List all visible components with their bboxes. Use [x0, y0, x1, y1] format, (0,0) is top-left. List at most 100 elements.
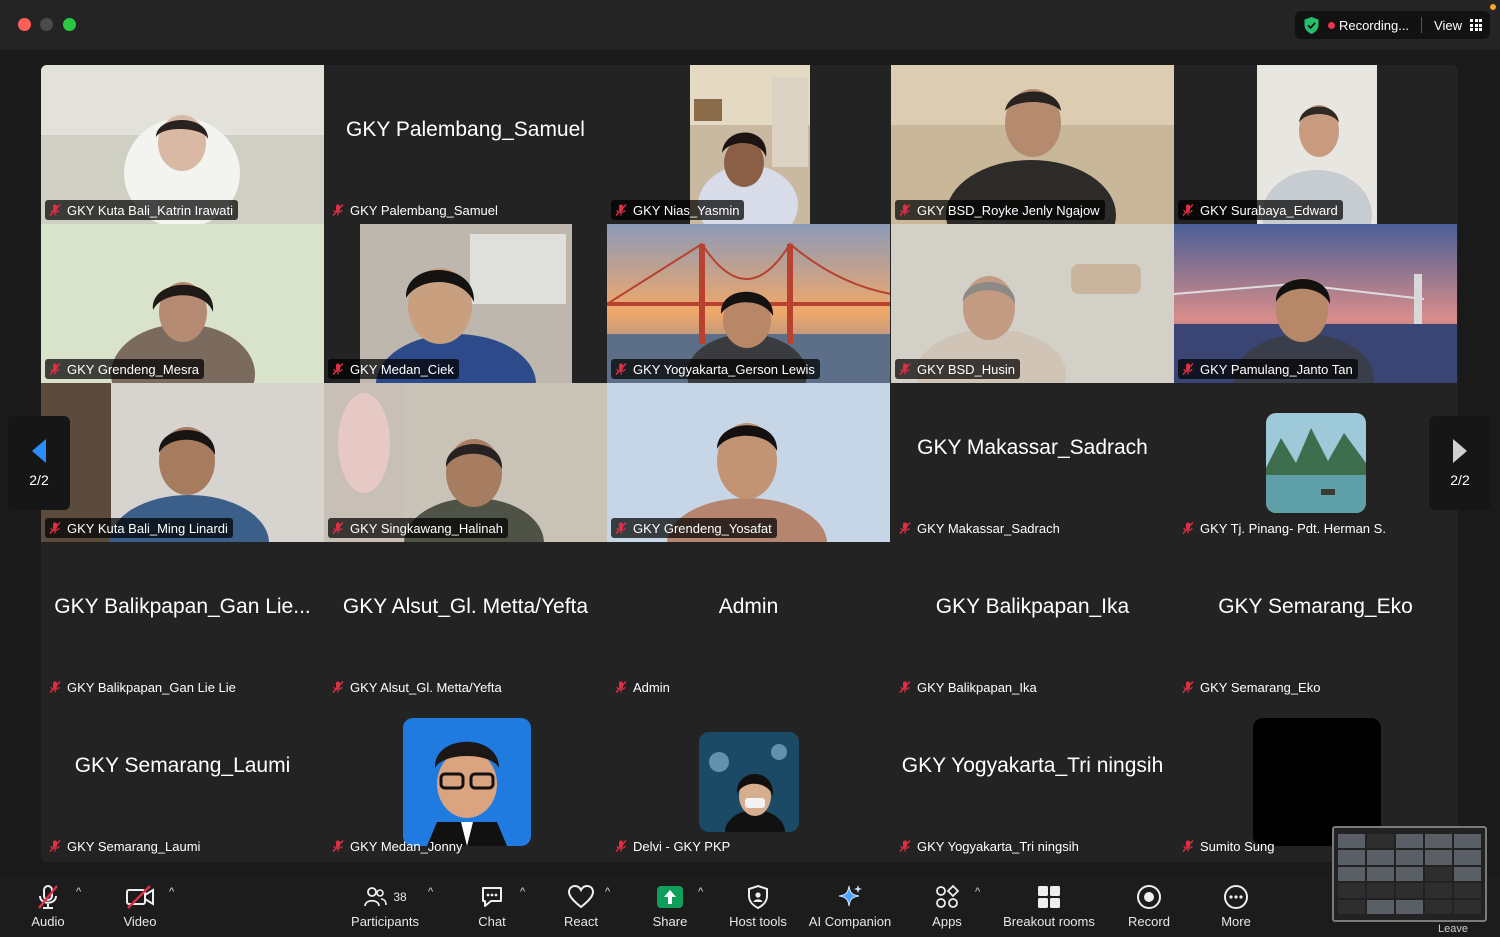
record-button[interactable]: Record	[1124, 880, 1174, 929]
participant-tile[interactable]: GKY Yogyakarta_Gerson Lewis	[607, 224, 890, 383]
microphone-muted-icon	[38, 885, 58, 909]
participant-name: GKY Alsut_Gl. Metta/Yefta	[350, 679, 502, 695]
participant-tile[interactable]: GKY Alsut_Gl. Metta/Yefta GKY Alsut_Gl. …	[324, 542, 607, 701]
view-grid-icon[interactable]	[1470, 19, 1482, 31]
participant-name: GKY Kuta Bali_Katrin Irawati	[67, 202, 233, 218]
participant-tile[interactable]: GKY Tj. Pinang- Pdt. Herman S.	[1174, 383, 1457, 542]
microphone-muted-icon	[332, 840, 344, 852]
video-button[interactable]: Video	[116, 880, 164, 929]
participants-button[interactable]: 38 Participants	[346, 880, 424, 929]
video-options-caret-icon[interactable]: ^	[169, 886, 174, 898]
participant-name: GKY BSD_Royke Jenly Ngajow	[917, 202, 1100, 218]
audio-options-caret-icon[interactable]: ^	[76, 886, 81, 898]
participant-display-name: GKY Palembang_Samuel	[346, 117, 585, 141]
participant-name: GKY Kuta Bali_Ming Linardi	[67, 520, 228, 536]
participant-tile[interactable]: GKY Makassar_Sadrach GKY Makassar_Sadrac…	[891, 383, 1174, 542]
minimize-window-button[interactable]	[40, 18, 53, 31]
share-up-arrow-icon	[657, 886, 683, 908]
apps-button[interactable]: Apps	[928, 880, 966, 929]
chat-button[interactable]: Chat	[472, 880, 512, 929]
participant-tile[interactable]: GKY Grendeng_Yosafat	[607, 383, 890, 542]
participant-tile[interactable]: GKY Pamulang_Janto Tan	[1174, 224, 1457, 383]
meeting-toolbar: Audio ^ Video ^ 38 Participants ^ Chat ^…	[0, 876, 1500, 937]
microphone-muted-icon	[899, 204, 911, 216]
previous-page-button[interactable]: 2/2	[8, 416, 70, 510]
participants-icon	[364, 887, 388, 907]
participant-tile[interactable]: GKY Semarang_Laumi GKY Semarang_Laumi	[41, 701, 324, 860]
participant-tile[interactable]: GKY BSD_Royke Jenly Ngajow	[891, 65, 1174, 224]
divider	[1421, 17, 1423, 33]
participant-name-label: GKY Balikpapan_Ika	[895, 677, 1042, 697]
record-label: Record	[1128, 914, 1170, 929]
microphone-muted-icon	[899, 363, 911, 375]
participant-tile[interactable]: GKY Medan_Jonny	[324, 701, 607, 860]
participant-name-label: GKY Tj. Pinang- Pdt. Herman S.	[1178, 518, 1391, 538]
microphone-muted-icon	[332, 204, 344, 216]
participant-tile[interactable]: GKY Surabaya_Edward	[1174, 65, 1457, 224]
leave-button-partial[interactable]: Leave	[1438, 923, 1474, 937]
participant-tile[interactable]: GKY Singkawang_Halinah	[324, 383, 607, 542]
ai-companion-button[interactable]: AI Companion	[806, 880, 894, 929]
apps-options-caret-icon[interactable]: ^	[975, 886, 980, 898]
participants-options-caret-icon[interactable]: ^	[428, 886, 433, 898]
more-dots-icon	[1224, 885, 1248, 909]
breakout-rooms-button[interactable]: Breakout rooms	[1000, 880, 1098, 929]
host-tools-button[interactable]: Host tools	[726, 880, 790, 929]
participant-display-name: GKY Yogyakarta_Tri ningsih	[901, 753, 1164, 777]
participant-tile[interactable]: GKY Grendeng_Mesra	[41, 224, 324, 383]
chat-options-caret-icon[interactable]: ^	[520, 886, 525, 898]
participant-tile[interactable]: GKY Nias_Yasmin	[607, 65, 890, 224]
participant-tile[interactable]: GKY Kuta Bali_Ming Linardi	[41, 383, 324, 542]
audio-button[interactable]: Audio	[24, 880, 72, 929]
share-button[interactable]: Share	[648, 880, 692, 929]
thumbnail-grid	[1338, 834, 1481, 914]
video-label: Video	[123, 914, 157, 929]
encryption-shield-icon[interactable]	[1303, 16, 1320, 35]
microphone-muted-icon	[49, 522, 61, 534]
microphone-muted-icon	[1182, 204, 1194, 216]
host-tools-label: Host tools	[729, 914, 787, 929]
participant-tile[interactable]: GKY Medan_Ciek	[324, 224, 607, 383]
participant-tile[interactable]: GKY Semarang_Eko GKY Semarang_Eko	[1174, 542, 1457, 701]
participant-tile[interactable]: GKY Palembang_Samuel GKY Palembang_Samue…	[324, 65, 607, 224]
microphone-muted-icon	[49, 840, 61, 852]
microphone-muted-icon	[332, 681, 344, 693]
participant-tile[interactable]: Delvi - GKY PKP	[607, 701, 890, 860]
react-button[interactable]: React	[560, 880, 602, 929]
video-gallery: GKY Kuta Bali_Katrin Irawati GKY Palemba…	[41, 65, 1458, 862]
participant-tile[interactable]: GKY Kuta Bali_Katrin Irawati	[41, 65, 324, 224]
shield-icon	[748, 884, 768, 910]
participant-tile[interactable]: GKY Yogyakarta_Tri ningsih GKY Yogyakart…	[891, 701, 1174, 860]
close-window-button[interactable]	[18, 18, 31, 31]
participant-tile[interactable]: GKY Balikpapan_Gan Lie... GKY Balikpapan…	[41, 542, 324, 701]
microphone-muted-icon	[1182, 522, 1194, 534]
participant-display-name: GKY Semarang_Eko	[1218, 594, 1413, 618]
page-indicator: 2/2	[1450, 472, 1470, 488]
microphone-muted-icon	[332, 363, 344, 375]
participant-name: GKY Surabaya_Edward	[1200, 202, 1338, 218]
participant-tile[interactable]: GKY Balikpapan_Ika GKY Balikpapan_Ika	[891, 542, 1174, 701]
participant-name: GKY Medan_Ciek	[350, 361, 454, 377]
microphone-muted-icon	[49, 363, 61, 375]
self-view-thumbnail[interactable]	[1332, 826, 1487, 922]
title-bar: Recording... View	[0, 0, 1500, 50]
more-button[interactable]: More	[1214, 880, 1258, 929]
maximize-window-button[interactable]	[63, 18, 76, 31]
participant-name-label: GKY Yogyakarta_Gerson Lewis	[611, 359, 820, 379]
participant-tile[interactable]: GKY BSD_Husin	[891, 224, 1174, 383]
participant-name-label: GKY Alsut_Gl. Metta/Yefta	[328, 677, 507, 697]
participant-name-label: GKY Yogyakarta_Tri ningsih	[895, 836, 1084, 856]
participant-display-name: GKY Balikpapan_Gan Lie...	[54, 594, 311, 618]
share-options-caret-icon[interactable]: ^	[698, 886, 703, 898]
participants-label: Participants	[351, 914, 419, 929]
next-page-button[interactable]: 2/2	[1429, 416, 1491, 510]
view-label[interactable]: View	[1434, 18, 1462, 33]
participant-tile[interactable]: Admin Admin	[607, 542, 890, 701]
recording-status[interactable]: Recording...	[1339, 18, 1409, 33]
notification-dot	[1490, 4, 1496, 10]
participant-name: Sumito Sung	[1200, 838, 1275, 854]
participant-name-label: GKY Pamulang_Janto Tan	[1178, 359, 1358, 379]
participant-name-label: Sumito Sung	[1178, 836, 1279, 856]
react-options-caret-icon[interactable]: ^	[605, 886, 610, 898]
breakout-rooms-label: Breakout rooms	[1003, 914, 1095, 929]
